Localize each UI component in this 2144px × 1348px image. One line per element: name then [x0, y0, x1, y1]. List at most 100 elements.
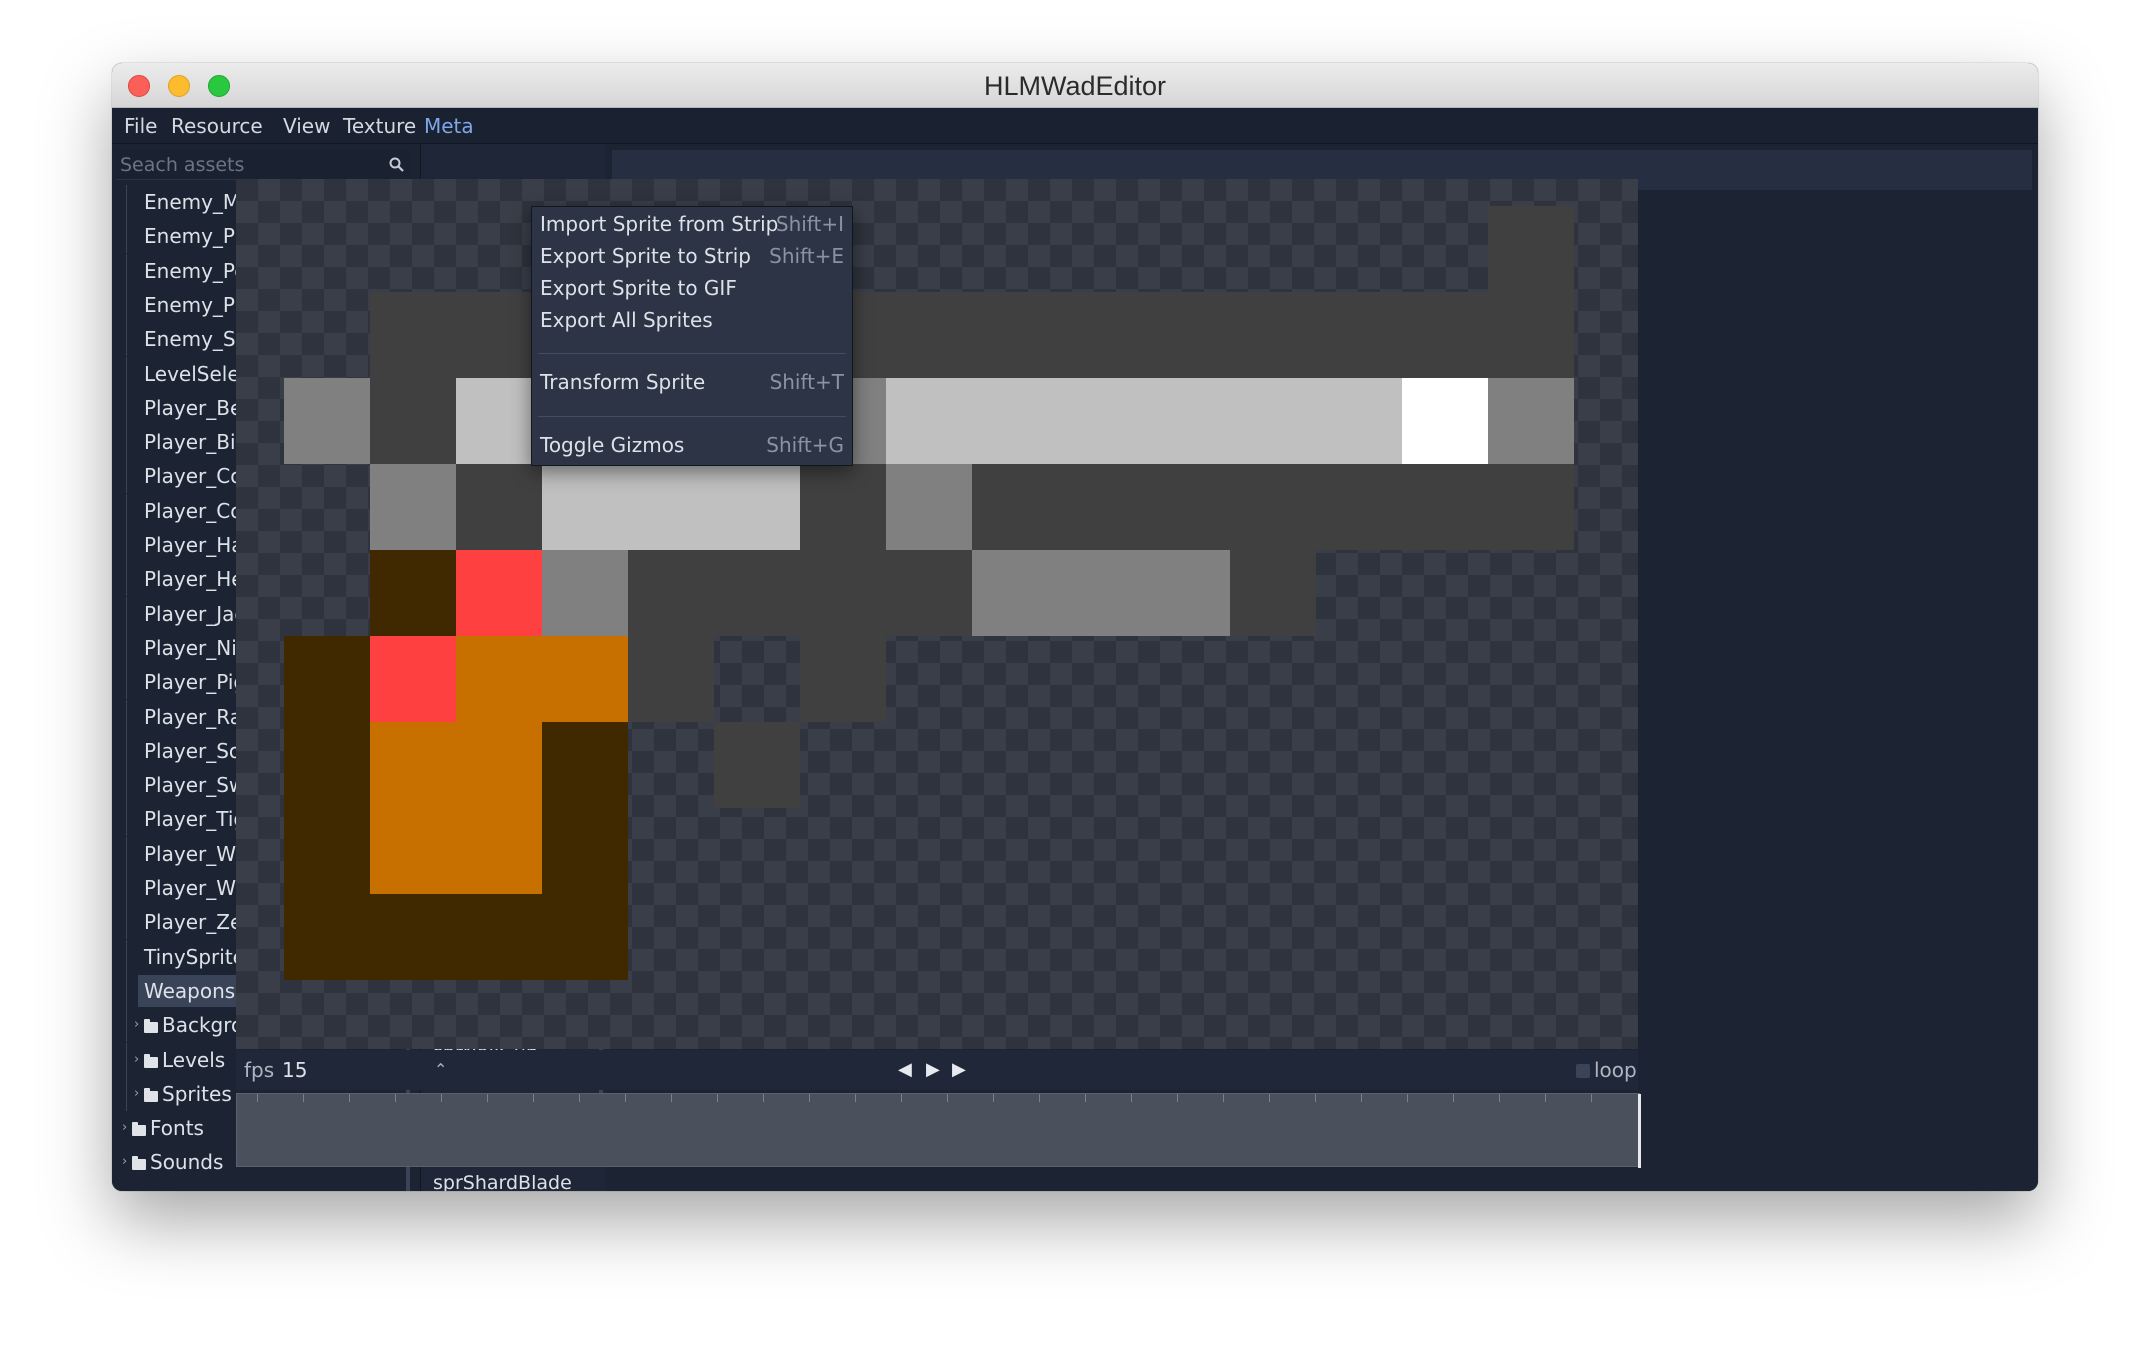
chevron-right-icon[interactable]: › — [134, 1008, 139, 1042]
search-icon[interactable] — [388, 156, 406, 174]
sprite-pixel — [370, 378, 456, 464]
tree-guide-line — [126, 1042, 127, 1077]
tree-item-label: Levels — [162, 1047, 226, 1072]
timeline-tick — [395, 1094, 396, 1102]
timeline-tick — [1453, 1094, 1454, 1102]
sprite-pixel — [972, 464, 1574, 550]
sprite-pixel — [800, 636, 886, 722]
menu-texture[interactable]: Texture — [337, 108, 422, 144]
previous-frame-icon[interactable]: ◀︎ — [898, 1050, 912, 1090]
timeline-tick — [1039, 1094, 1040, 1102]
fps-label: fps — [244, 1058, 275, 1082]
timeline-tick — [303, 1094, 304, 1102]
sprite-pixel — [370, 636, 456, 722]
menu-item-export-sprite-to-gif[interactable]: Export Sprite to GIF — [532, 272, 852, 304]
menu-separator — [538, 353, 846, 354]
shortcut-label: Shift+E — [769, 244, 844, 268]
sprite-canvas[interactable] — [236, 179, 1638, 1049]
sprite-pixel — [1402, 378, 1488, 464]
menu-item-export-sprite-to-strip[interactable]: Export Sprite to Strip Shift+E — [532, 240, 852, 272]
sprite-pixel — [542, 722, 628, 894]
menu-meta[interactable]: Meta — [418, 108, 480, 144]
sprite-pixel — [628, 550, 972, 636]
timeline-tick — [625, 1094, 626, 1102]
sprite-pixel — [370, 464, 456, 550]
sprite-pixel — [542, 550, 628, 636]
timeline-tick — [579, 1094, 580, 1102]
timeline-tick — [1499, 1094, 1500, 1102]
timeline-tick — [533, 1094, 534, 1102]
chevron-right-icon[interactable]: › — [122, 1111, 127, 1145]
tree-guide-line — [126, 665, 127, 700]
sprite-pixel — [972, 550, 1230, 636]
menu-item-toggle-gizmos[interactable]: Toggle Gizmos Shift+G — [532, 429, 852, 461]
tree-guide-line — [126, 219, 127, 254]
search-input[interactable] — [116, 150, 378, 180]
shortcut-label: Shift+I — [775, 212, 844, 236]
loop-label: loop — [1594, 1058, 1637, 1082]
sprite-pixel — [1230, 550, 1316, 636]
frame-timeline[interactable] — [236, 1093, 1641, 1168]
sprite-pixel — [628, 636, 714, 722]
menu-separator — [538, 416, 846, 417]
tree-guide-line — [126, 905, 127, 940]
timeline-tick — [809, 1094, 810, 1102]
tree-guide-line — [126, 871, 127, 905]
timeline-tick — [947, 1094, 948, 1102]
sprite-pixel — [284, 636, 370, 980]
tree-guide-line — [126, 459, 127, 494]
menu-resource[interactable]: Resource — [165, 108, 269, 144]
timeline-tick — [487, 1094, 488, 1102]
menu-file[interactable]: File — [118, 108, 163, 144]
sprite-pixel — [370, 894, 628, 980]
timeline-tick — [1407, 1094, 1408, 1102]
menu-item-transform-sprite[interactable]: Transform Sprite Shift+T — [532, 366, 852, 398]
sprite-list-item[interactable]: sprShardBlade — [427, 1170, 599, 1191]
tree-item-label: Sounds — [150, 1150, 224, 1175]
sprite-pixel — [370, 722, 542, 894]
menu-item-import-sprite-from-strip[interactable]: Import Sprite from Strip Shift+I — [532, 208, 852, 240]
timeline-playhead[interactable] — [1638, 1094, 1641, 1168]
timeline-tick — [1085, 1094, 1086, 1102]
title-bar: HLMWadEditor — [112, 63, 2038, 108]
sprite-pixel — [456, 464, 542, 550]
loop-checkbox[interactable] — [1576, 1064, 1590, 1078]
tree-guide-line — [126, 939, 127, 974]
sprite-pixel — [800, 464, 886, 550]
timeline-tick — [1223, 1094, 1224, 1102]
chevron-right-icon[interactable]: › — [134, 1043, 139, 1077]
playback-bar: fps 15 ⌃︎ ◀︎ ▶︎ ▶︎ loop — [236, 1050, 1638, 1090]
tree-guide-line — [126, 973, 127, 1008]
window-title: HLMWadEditor — [983, 71, 1167, 101]
app-window: HLMWadEditor File Resource View Texture … — [112, 63, 2038, 1191]
tree-guide-line — [126, 733, 127, 768]
sprite-pixel — [1488, 378, 1574, 464]
timeline-tick — [901, 1094, 902, 1102]
tree-guide-line — [126, 253, 127, 288]
tree-guide-line — [126, 699, 127, 734]
sprite-pixel — [370, 550, 456, 636]
menu-item-export-all-sprites[interactable]: Export All Sprites — [532, 304, 852, 336]
timeline-tick — [1545, 1094, 1546, 1102]
chevron-right-icon[interactable]: › — [122, 1145, 127, 1179]
sprite-pixel — [886, 464, 972, 550]
tree-guide-line — [126, 390, 127, 425]
fps-input[interactable]: 15 — [278, 1054, 438, 1086]
menu-view[interactable]: View — [277, 108, 336, 144]
next-frame-icon[interactable]: ▶︎ — [952, 1050, 966, 1090]
timeline-tick — [349, 1094, 350, 1102]
shortcut-label: Shift+G — [766, 433, 844, 457]
fps-stepper-icon[interactable]: ⌃︎ — [434, 1050, 447, 1090]
tree-guide-line — [126, 1008, 127, 1043]
search-box — [116, 150, 410, 180]
play-icon[interactable]: ▶︎ — [926, 1050, 940, 1090]
tree-item-label: Fonts — [150, 1116, 204, 1141]
chevron-right-icon[interactable]: › — [134, 1077, 139, 1111]
timeline-tick — [993, 1094, 994, 1102]
tree-guide-line — [126, 528, 127, 562]
tree-item-label: Sprites — [162, 1081, 232, 1106]
sprite-pixel — [456, 378, 542, 464]
timeline-tick — [1591, 1094, 1592, 1102]
folder-icon — [144, 1019, 158, 1034]
tree-guide-line — [126, 287, 127, 322]
